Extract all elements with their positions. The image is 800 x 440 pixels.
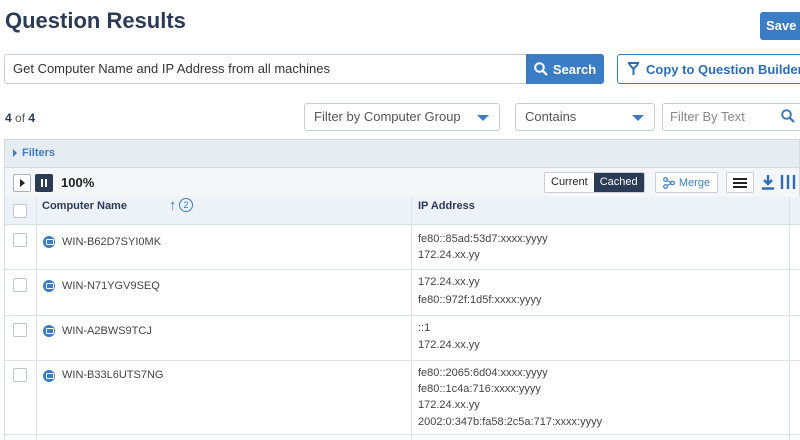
columns-icon[interactable]: [780, 174, 796, 190]
play-icon[interactable]: [13, 174, 31, 192]
filters-toggle[interactable]: Filters: [4, 139, 800, 168]
result-shown: 4: [5, 111, 12, 125]
column-divider: [789, 197, 790, 440]
sort-order-badge: 2: [179, 198, 193, 212]
merge-label: Merge: [678, 176, 711, 189]
search-icon: [534, 62, 548, 76]
merge-button[interactable]: Merge: [655, 172, 718, 193]
ip-address: 172.24.xx.yy: [418, 399, 480, 411]
filters-label: Filters: [22, 147, 56, 159]
computer-group-select[interactable]: Filter by Computer Group: [304, 103, 500, 131]
ip-address: fe80::2065:6d04:xxxx:yyyy: [418, 367, 548, 379]
results-toolbar: 100% Current Cached Merge: [4, 168, 800, 197]
column-label: Computer Name: [42, 200, 127, 212]
select-all-checkbox[interactable]: [13, 204, 27, 218]
copy-to-question-builder-button[interactable]: Copy to Question Builder: [617, 54, 800, 84]
search-button-label: Search: [552, 61, 597, 77]
column-header-ip-address[interactable]: IP Address: [418, 198, 475, 214]
ip-address: fe80::972f:1d5f:xxxx:yyyy: [418, 294, 542, 306]
funnel-icon: [628, 62, 639, 75]
match-mode-select[interactable]: Contains: [515, 103, 655, 131]
ip-address: fe80::85ad:53d7:xxxx:yyyy: [418, 233, 548, 245]
table-header: Computer Name ↑ 2 IP Address: [5, 197, 800, 225]
cached-button[interactable]: Cached: [593, 173, 644, 192]
match-mode-label: Contains: [525, 109, 577, 124]
ip-address: 172.24.xx.yy: [418, 276, 480, 288]
computer-name: WIN-B62D7SYI0MK: [62, 236, 162, 248]
search-button[interactable]: Search: [526, 54, 604, 84]
ip-address: 172.24.xx.yy: [418, 339, 480, 351]
result-count: 4 of 4: [5, 111, 35, 125]
save-button[interactable]: Save: [760, 12, 800, 40]
page-title: Question Results: [5, 8, 186, 33]
caret-right-icon: [13, 149, 17, 158]
pause-icon[interactable]: [35, 174, 53, 192]
computer-group-select-label: Filter by Computer Group: [314, 109, 461, 124]
row-checkbox[interactable]: [13, 233, 27, 247]
table-row[interactable]: WIN-A2BWS9TCJ ::1 172.24.xx.yy: [5, 316, 800, 361]
current-button[interactable]: Current: [545, 173, 594, 192]
table-row[interactable]: WIN-B62D7SYI0MK fe80::85ad:53d7:xxxx:yyy…: [5, 225, 800, 270]
computer-icon: [43, 370, 55, 382]
row-checkbox[interactable]: [13, 368, 27, 382]
results-table: Computer Name ↑ 2 IP Address WIN-B62D7SY…: [4, 197, 800, 440]
chevron-down-icon: [632, 115, 644, 121]
download-icon[interactable]: [761, 174, 775, 190]
ip-address: 2002:0:347b:fa58:2c5a:717:xxxx:yyyy: [418, 416, 603, 428]
row-checkbox[interactable]: [13, 278, 27, 292]
computer-name: WIN-A2BWS9TCJ: [62, 325, 152, 337]
merge-icon: [663, 176, 675, 189]
table-row[interactable]: WIN-N71YGV9SEQ 172.24.xx.yy fe80::972f:1…: [5, 270, 800, 316]
ip-address: 172.24.xx.yy: [418, 249, 480, 261]
computer-name: WIN-N71YGV9SEQ: [62, 280, 160, 292]
data-source-toggle: Current Cached: [544, 172, 645, 193]
column-header-computer-name[interactable]: Computer Name ↑ 2: [42, 198, 202, 214]
column-divider: [36, 197, 37, 440]
result-total: 4: [28, 111, 36, 125]
computer-icon: [43, 236, 55, 248]
search-icon: [781, 109, 795, 123]
filter-text-placeholder: Filter By Text: [670, 109, 745, 124]
computer-icon: [43, 325, 55, 337]
computer-icon: [43, 280, 55, 292]
ip-address: ::1: [418, 322, 431, 334]
filter-by-text-input[interactable]: Filter By Text: [662, 103, 800, 131]
progress-percent: 100%: [61, 175, 95, 190]
result-of-label: of: [15, 111, 26, 125]
row-checkbox[interactable]: [13, 323, 27, 337]
chevron-down-icon: [477, 115, 489, 121]
copy-button-label: Copy to Question Builder: [646, 61, 800, 77]
table-row[interactable]: WIN-B33L6UTS7NG fe80::2065:6d04:xxxx:yyy…: [5, 361, 800, 435]
question-input[interactable]: Get Computer Name and IP Address from al…: [4, 54, 527, 84]
computer-name: WIN-B33L6UTS7NG: [62, 369, 164, 381]
column-divider[interactable]: [411, 197, 412, 440]
sort-ascending-icon[interactable]: ↑: [169, 198, 177, 213]
ip-address: fe80::1c4a:716:xxxx:yyyy: [418, 383, 541, 395]
menu-icon[interactable]: [726, 172, 754, 193]
